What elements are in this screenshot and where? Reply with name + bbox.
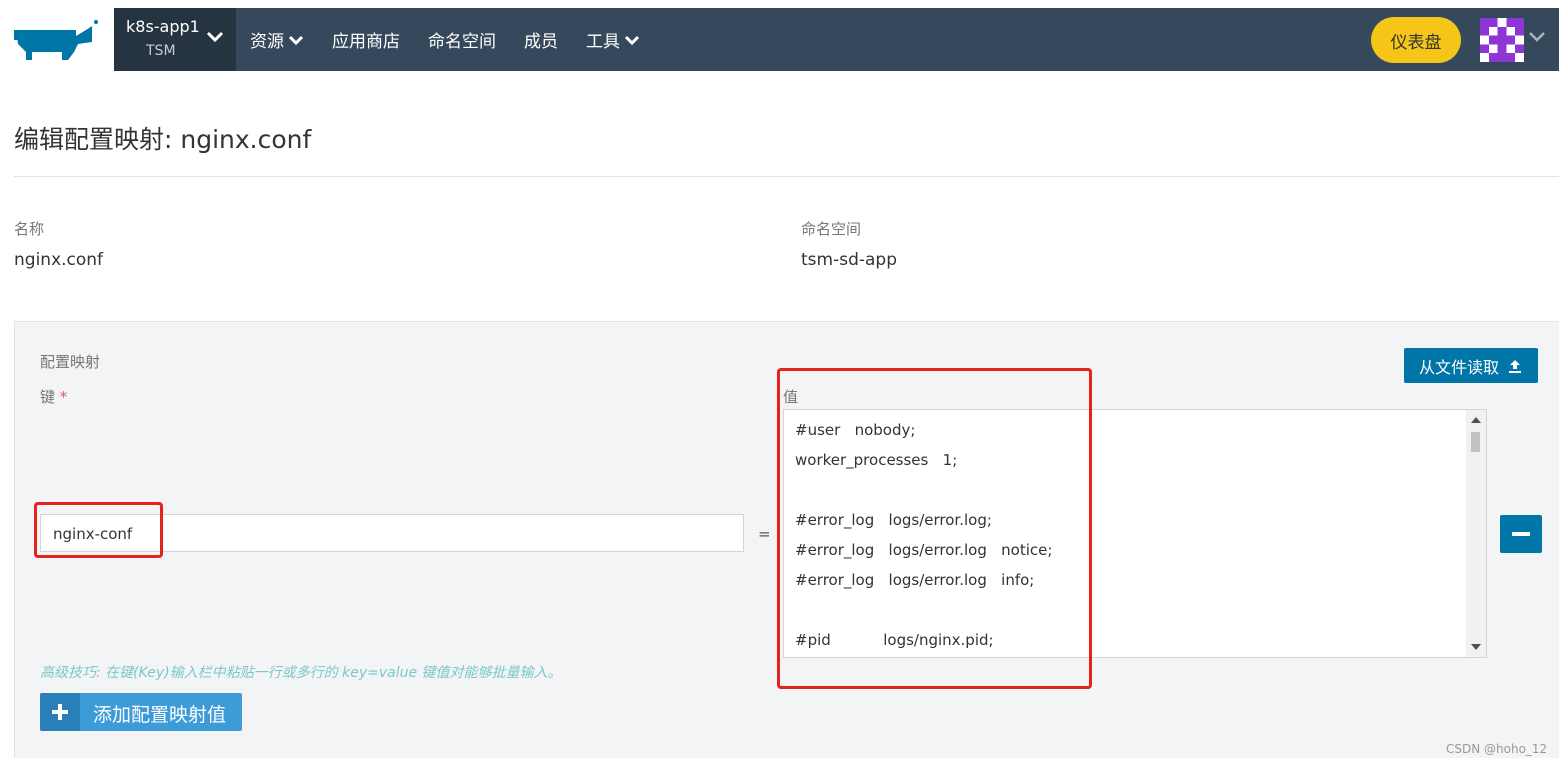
read-from-file-label: 从文件读取 <box>1418 357 1499 377</box>
divider <box>14 176 1559 177</box>
user-avatar-icon[interactable] <box>1480 18 1524 62</box>
minus-icon <box>1512 532 1530 536</box>
main-menu: 资源 应用商店 命名空间 成员 工具 <box>250 8 668 71</box>
cluster-name: k8s-app1 <box>126 17 200 36</box>
page-title: 编辑配置映射: nginx.conf <box>14 125 312 154</box>
logo-area[interactable] <box>0 8 114 71</box>
namespace-label: 命名空间 <box>801 220 862 238</box>
annotation-highlight-value <box>777 368 1092 689</box>
scroll-down-arrow-icon[interactable] <box>1471 644 1481 650</box>
menu-item-members[interactable]: 成员 <box>524 27 558 52</box>
name-label: 名称 <box>14 220 45 238</box>
chevron-down-icon <box>624 35 640 45</box>
menu-item-tools[interactable]: 工具 <box>586 27 640 52</box>
add-configmap-value-button[interactable]: 添加配置映射值 <box>40 693 242 731</box>
configmap-section-label: 配置映射 <box>40 353 101 371</box>
menu-item-app-store[interactable]: 应用商店 <box>332 27 400 52</box>
upload-icon <box>1509 359 1521 373</box>
scroll-thumb[interactable] <box>1471 432 1480 452</box>
plus-icon <box>40 693 80 731</box>
advanced-tip: 高级技巧: 在键(Key)输入栏中粘贴一行或多行的 key=value 键值对能… <box>40 665 562 681</box>
menu-item-label: 应用商店 <box>332 32 400 52</box>
add-button-label: 添加配置映射值 <box>93 704 227 726</box>
menu-item-label: 命名空间 <box>428 32 496 52</box>
dashboard-button[interactable]: 仪表盘 <box>1371 17 1461 63</box>
menu-item-label: 成员 <box>524 32 558 52</box>
key-label: 键 * <box>40 386 67 407</box>
name-value: nginx.conf <box>14 250 104 270</box>
required-mark: * <box>59 388 68 406</box>
cluster-switcher[interactable]: k8s-app1 TSM <box>114 8 236 71</box>
namespace-value: tsm-sd-app <box>801 250 897 270</box>
menu-item-namespaces[interactable]: 命名空间 <box>428 27 496 52</box>
menu-item-label: 工具 <box>586 32 620 52</box>
textarea-scrollbar[interactable] <box>1466 410 1486 657</box>
project-name: TSM <box>146 43 176 59</box>
chevron-down-icon <box>288 35 304 45</box>
chevron-down-icon <box>206 31 224 43</box>
read-from-file-button[interactable]: 从文件读取 <box>1404 348 1538 383</box>
equals-sign: = <box>758 525 771 543</box>
watermark: CSDN @hoho_12 <box>1446 742 1548 756</box>
menu-item-label: 资源 <box>250 32 284 52</box>
top-nav: k8s-app1 TSM 资源 应用商店 命名空间 成员 工具 仪表盘 <box>0 8 1559 71</box>
rancher-logo-icon[interactable] <box>0 8 100 71</box>
remove-entry-button[interactable] <box>1500 515 1542 553</box>
scroll-up-arrow-icon[interactable] <box>1471 417 1481 423</box>
menu-item-resources[interactable]: 资源 <box>250 27 304 52</box>
annotation-highlight-key <box>34 502 163 558</box>
key-label-text: 键 <box>40 388 56 406</box>
chevron-down-icon[interactable] <box>1528 30 1546 44</box>
